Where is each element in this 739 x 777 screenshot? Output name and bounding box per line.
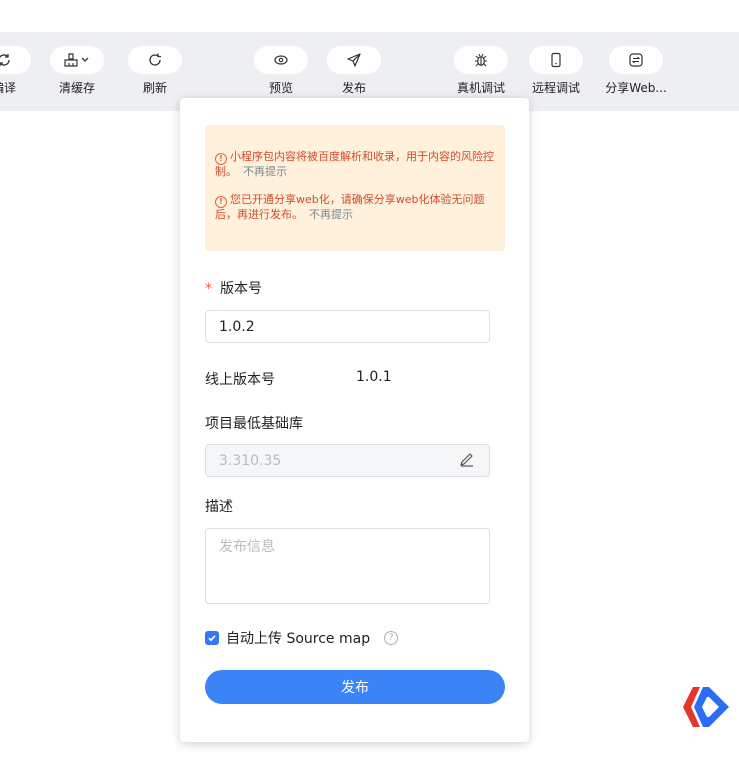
- brand-logo-icon: [683, 687, 729, 727]
- version-input[interactable]: 1.0.2: [205, 310, 490, 343]
- clear-cache-pill[interactable]: [50, 46, 104, 74]
- compile-pill[interactable]: [0, 46, 31, 74]
- desc-label: 描述: [205, 499, 233, 515]
- online-version-value: 1.0.1: [356, 369, 392, 385]
- send-icon: [347, 53, 361, 67]
- notice-item: ! 小程序包内容将被百度解析和收录，用于内容的风险控制。 不再提示: [215, 150, 497, 179]
- dismiss-link[interactable]: 不再提示: [243, 165, 287, 178]
- dismiss-link[interactable]: 不再提示: [309, 208, 353, 221]
- phone-icon: [551, 52, 561, 68]
- device-debug-pill[interactable]: [454, 46, 508, 74]
- sourcemap-label[interactable]: 自动上传 Source map: [226, 628, 370, 648]
- device-debug-button[interactable]: 真机调试: [442, 46, 520, 96]
- version-label: * 版本号: [205, 278, 262, 298]
- sourcemap-row: 自动上传 Source map ?: [205, 628, 399, 648]
- sourcemap-checkbox[interactable]: [205, 631, 219, 645]
- baselib-label: 项目最低基础库: [205, 416, 303, 432]
- pencil-icon: [460, 452, 473, 467]
- online-version-label: 线上版本号: [205, 372, 275, 388]
- online-version-row: 线上版本号 1.0.1: [205, 369, 392, 389]
- publish-panel: ! 小程序包内容将被百度解析和收录，用于内容的风险控制。 不再提示 ! 您已开通分享w…: [180, 98, 529, 742]
- baselib-input-value: 3.310.35: [219, 452, 282, 469]
- preview-button[interactable]: 预览: [242, 46, 320, 96]
- refresh-button[interactable]: 刷新: [116, 46, 194, 96]
- desc-placeholder: 发布信息: [219, 539, 275, 555]
- clear-cache-button[interactable]: 清缓存: [38, 46, 116, 96]
- bug-icon: [475, 53, 487, 67]
- compile-icon: [0, 54, 10, 66]
- notice-box: ! 小程序包内容将被百度解析和收录，用于内容的风险控制。 不再提示 ! 您已开通分享w…: [205, 125, 505, 251]
- compile-label: 编译: [0, 81, 16, 95]
- share-web-label: 分享Web...: [605, 81, 667, 95]
- edit-button[interactable]: [458, 450, 476, 472]
- warning-icon: !: [215, 196, 227, 208]
- refresh-icon: [149, 53, 161, 66]
- device-debug-label: 真机调试: [456, 81, 505, 95]
- share-web-pill[interactable]: [609, 46, 663, 74]
- publish-tool-pill[interactable]: [327, 46, 381, 74]
- chevron-down-icon: [81, 57, 89, 62]
- baselib-input: 3.310.35: [205, 444, 490, 477]
- publish-tool-label: 发布: [341, 81, 366, 95]
- remote-debug-button[interactable]: 远程调试: [517, 46, 595, 96]
- publish-tool-button[interactable]: 发布: [315, 46, 393, 96]
- help-icon[interactable]: ?: [384, 631, 399, 645]
- preview-label: 预览: [268, 81, 293, 95]
- refresh-label: 刷新: [142, 81, 167, 95]
- check-icon: [208, 635, 216, 642]
- preview-pill[interactable]: [254, 46, 308, 74]
- remote-debug-pill[interactable]: [529, 46, 583, 74]
- refresh-pill[interactable]: [128, 46, 182, 74]
- version-input-value: 1.0.2: [219, 318, 255, 335]
- clear-cache-label: 清缓存: [58, 81, 95, 95]
- version-label-text: 版本号: [220, 281, 262, 297]
- broom-icon: [64, 53, 89, 67]
- share-web-button[interactable]: 分享Web...: [597, 46, 675, 96]
- notice-item: ! 您已开通分享web化，请确保分享web化体验无问题后，再进行发布。 不再提示: [215, 193, 497, 222]
- eye-icon: [274, 55, 288, 65]
- compile-button[interactable]: 编译: [0, 46, 43, 96]
- remote-debug-label: 远程调试: [531, 81, 580, 95]
- desc-textarea[interactable]: 发布信息: [205, 528, 490, 604]
- required-mark: *: [205, 281, 212, 297]
- publish-button[interactable]: 发布: [205, 670, 505, 704]
- warning-icon: !: [215, 153, 227, 165]
- share-web-icon: [629, 53, 643, 67]
